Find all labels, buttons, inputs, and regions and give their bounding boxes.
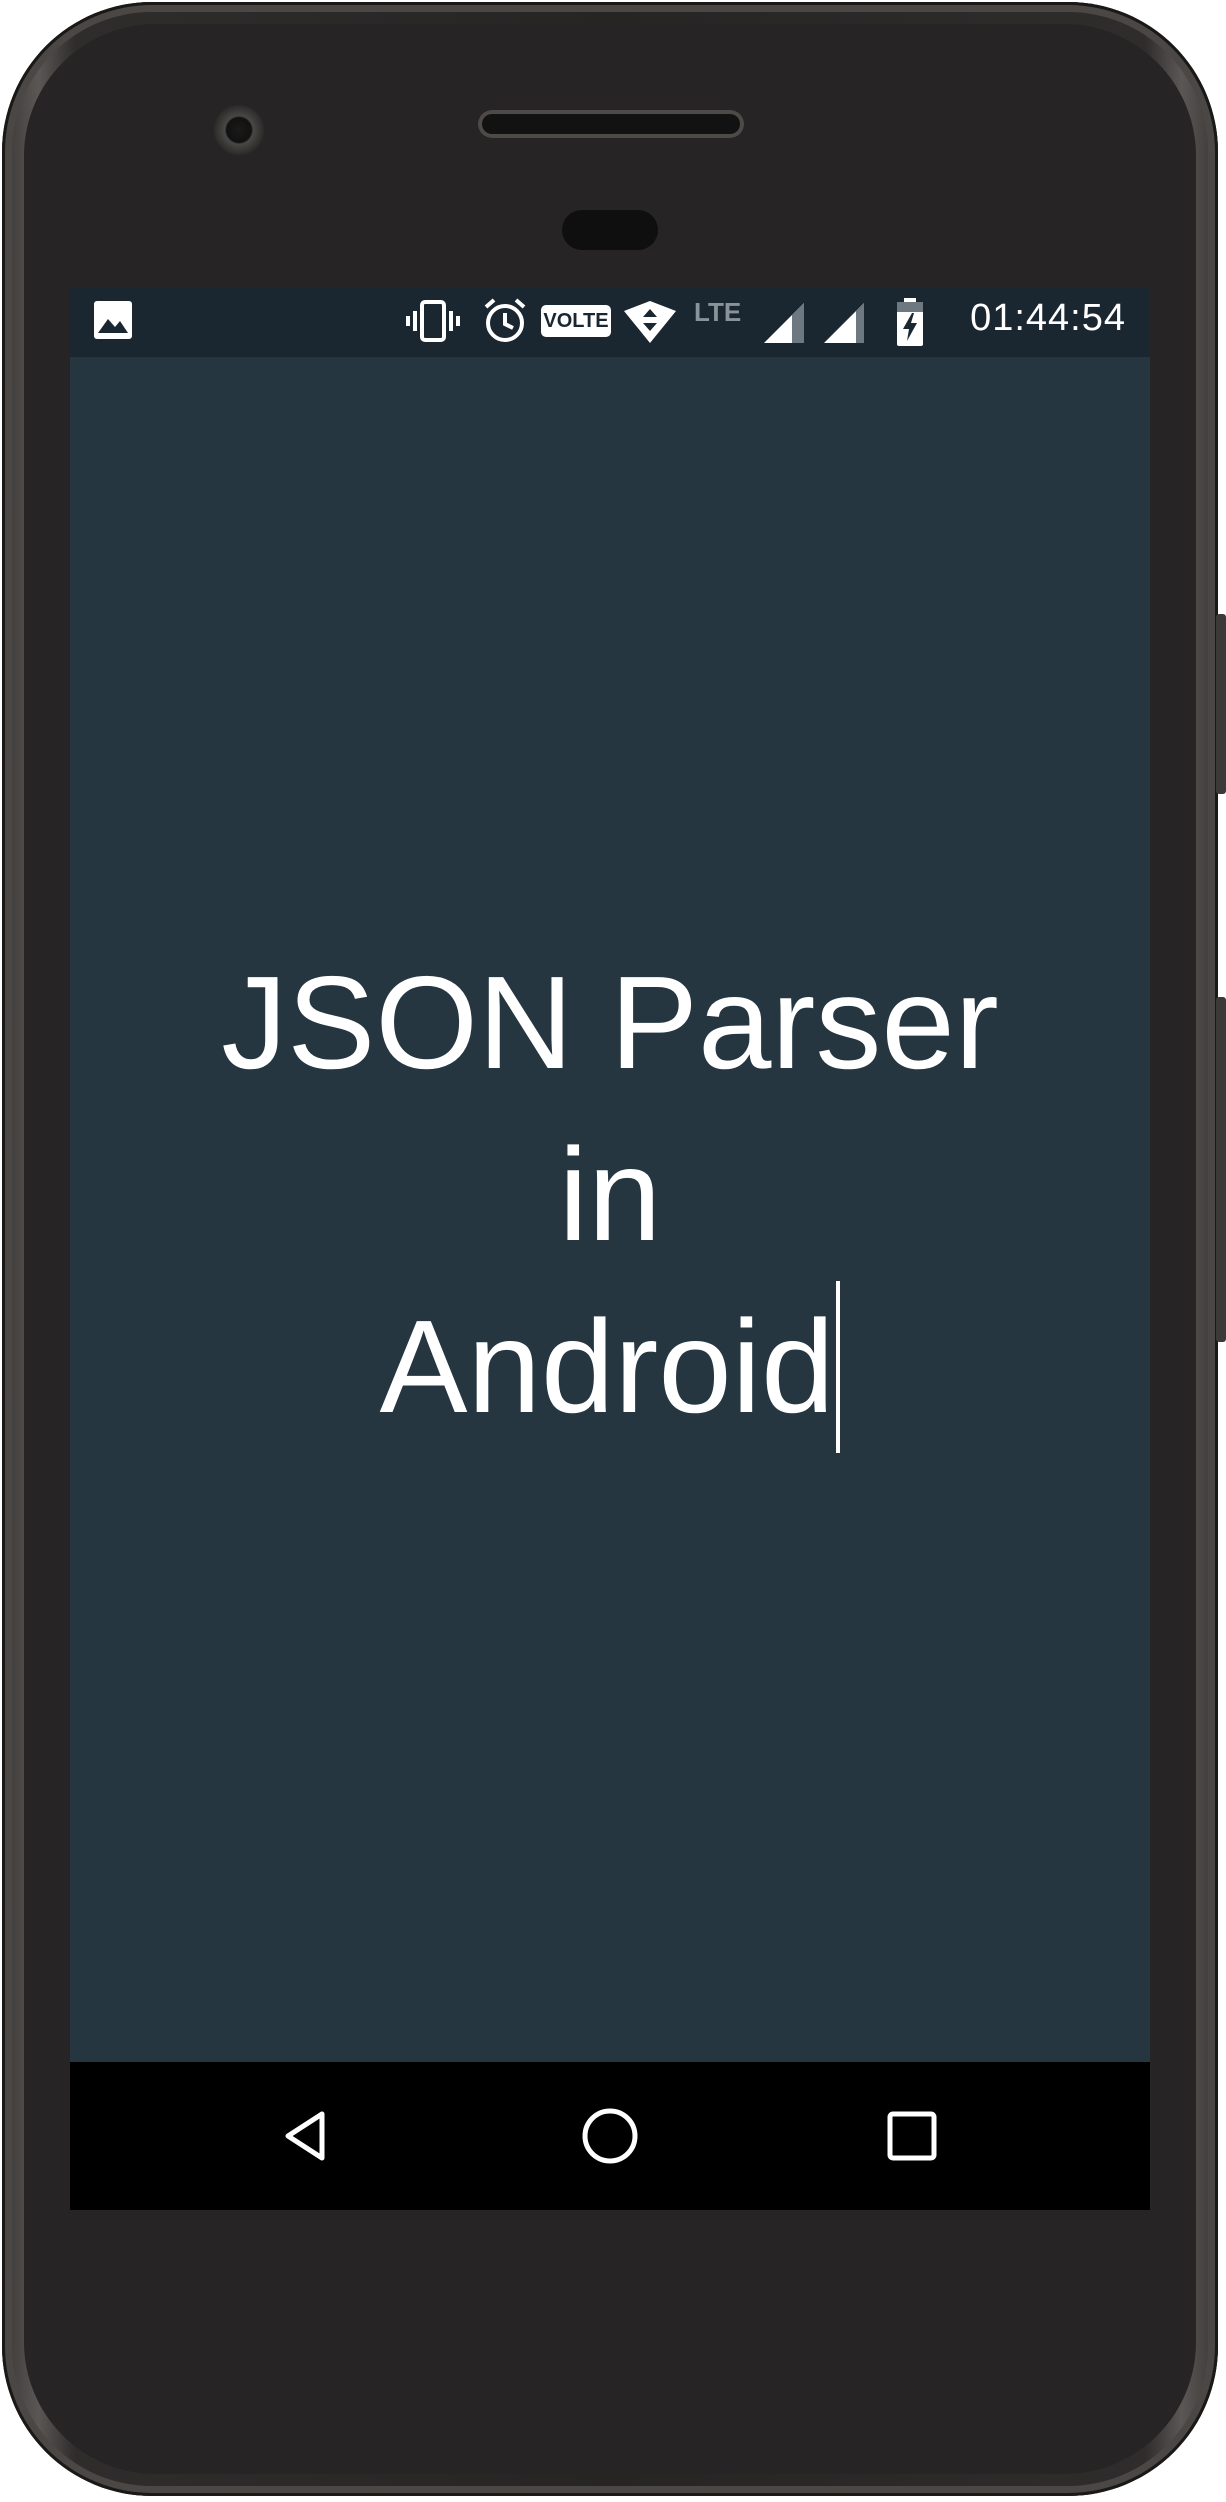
phone-frame: VOLTE LTE 01:44:54 JSON Parser in Androi… bbox=[2, 2, 1226, 2496]
title-text[interactable]: JSON Parser in Android bbox=[110, 937, 1110, 1453]
alarm-icon bbox=[484, 298, 526, 342]
status-bar: VOLTE LTE 01:44:54 bbox=[70, 287, 1150, 357]
main-content: JSON Parser in Android bbox=[70, 357, 1150, 2062]
back-icon[interactable] bbox=[278, 2106, 338, 2166]
signal-icon bbox=[764, 303, 804, 343]
title-line-3-text: Android bbox=[379, 1292, 835, 1440]
volte-icon: VOLTE bbox=[541, 305, 611, 337]
navigation-bar bbox=[70, 2062, 1150, 2210]
vibrate-icon bbox=[406, 300, 460, 342]
network-type-label: LTE bbox=[694, 297, 742, 327]
earpiece-speaker bbox=[478, 110, 744, 138]
status-time: 01:44:54 bbox=[970, 297, 1126, 339]
front-camera bbox=[214, 105, 264, 155]
volume-button bbox=[1216, 997, 1226, 1342]
title-line-2: in bbox=[558, 1120, 662, 1268]
power-button bbox=[1216, 614, 1226, 794]
battery-charging-icon bbox=[897, 298, 923, 346]
signal-icon bbox=[824, 303, 864, 343]
recent-apps-icon[interactable] bbox=[882, 2106, 942, 2166]
screen: VOLTE LTE 01:44:54 JSON Parser in Androi… bbox=[70, 287, 1150, 2210]
proximity-sensor bbox=[562, 210, 658, 250]
title-line-1: JSON Parser bbox=[221, 948, 999, 1096]
text-cursor bbox=[836, 1280, 841, 1453]
image-notification-icon bbox=[94, 301, 132, 339]
title-line-3: Android bbox=[110, 1280, 1110, 1453]
wifi-icon bbox=[624, 301, 676, 343]
home-icon[interactable] bbox=[580, 2106, 640, 2166]
